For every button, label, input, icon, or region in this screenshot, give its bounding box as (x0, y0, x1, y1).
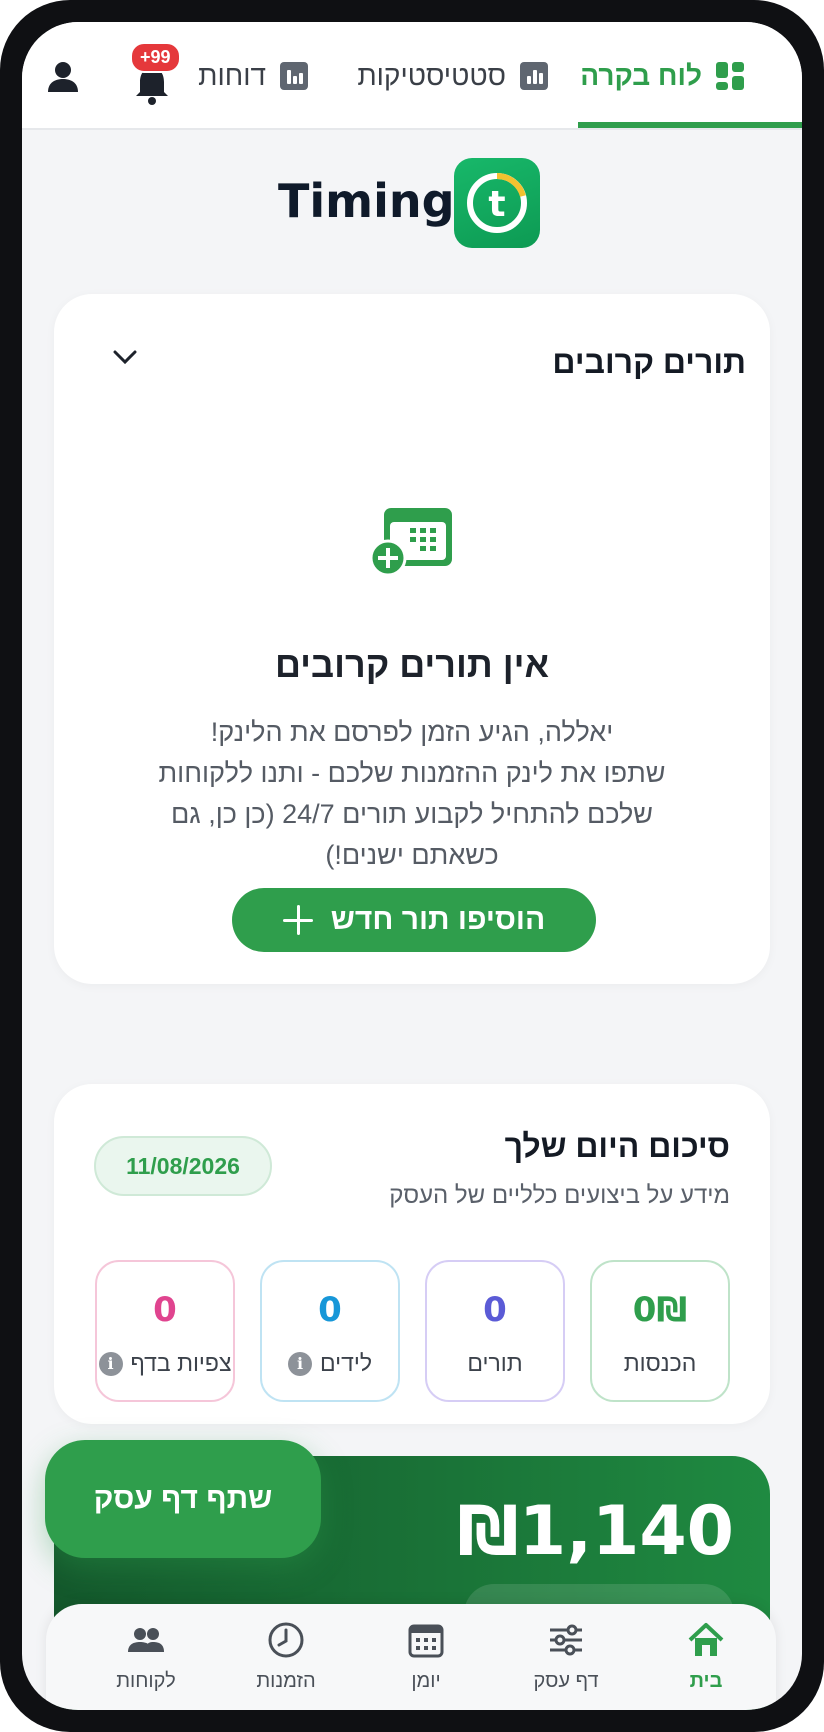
add-appointment-button[interactable]: הוסיפו תור חדש (232, 888, 596, 952)
summary-title: סיכום היום שלך (504, 1128, 730, 1164)
stat-revenue[interactable]: 0₪ הכנסות (590, 1260, 730, 1402)
upcoming-title: תורים קרובים (552, 344, 746, 380)
nav-orders[interactable]: הזמנות (216, 1620, 356, 1710)
tab-dashboard[interactable]: לוח בקרה (580, 22, 744, 130)
revenue-amount: ₪1,140 (457, 1492, 734, 1571)
stat-revenue-label: הכנסות (623, 1350, 697, 1376)
empty-state-line: שלכם להתחיל לקבוע תורים 24/7 (כן כן, גם (171, 799, 653, 829)
plus-icon (282, 905, 313, 935)
sliders-icon (550, 1624, 582, 1656)
empty-state-line: יאללה, הגיע הזמן לפרסם את הלינק! (210, 717, 614, 747)
home-icon (688, 1623, 724, 1656)
date-badge[interactable]: 11/08/2026 (94, 1136, 272, 1196)
chevron-down-icon[interactable] (110, 346, 140, 368)
summary-subtitle: מידע על ביצועים כלליים של העסק (389, 1182, 730, 1209)
info-icon[interactable]: i (287, 1351, 312, 1376)
upcoming-appointments-card: תורים קרובים אין תורים קרובים יאללה, הגי… (54, 294, 770, 984)
daily-summary-card: סיכום היום שלך מידע על ביצועים כלליים של… (54, 1084, 770, 1424)
nav-calendar-label: יומן (411, 1670, 441, 1692)
nav-customers-label: לקוחות (116, 1670, 176, 1692)
empty-state-title: אין תורים קרובים (274, 644, 550, 685)
stat-page-views[interactable]: 0 צפיות בדף i (95, 1260, 235, 1402)
nav-customers[interactable]: לקוחות (76, 1620, 216, 1710)
brand-header: Timing t (22, 150, 802, 250)
nav-calendar[interactable]: יומן (356, 1620, 496, 1710)
stat-revenue-value: 0₪ (632, 1290, 688, 1330)
share-business-page-button[interactable]: שתף דף עסק (45, 1440, 321, 1558)
tab-statistics[interactable]: סטטיסטיקות (357, 22, 548, 130)
logo-letter: t (488, 184, 505, 225)
tab-dashboard-label: לוח בקרה (580, 60, 702, 91)
stat-appointments[interactable]: 0 תורים (425, 1260, 565, 1402)
user-icon[interactable] (46, 60, 80, 94)
nav-home-label: בית (689, 1670, 723, 1692)
notification-badge: +99 (130, 42, 181, 73)
nav-business-page-label: דף עסק (533, 1670, 599, 1692)
calendar-add-icon (370, 508, 452, 576)
tab-statistics-label: סטטיסטיקות (357, 60, 506, 91)
empty-state-line: כשאתם ישנים!) (325, 840, 499, 870)
logo-mark-icon: t (467, 173, 527, 233)
empty-state-line: שתפו את לינק ההזמנות שלכם - ותנו ללקוחות (158, 758, 666, 788)
active-tab-indicator (578, 122, 802, 128)
users-icon (128, 1628, 164, 1652)
stat-appointments-label: תורים (467, 1350, 523, 1376)
nav-home[interactable]: בית (636, 1620, 776, 1710)
device-frame: לוח בקרה סטטיסטיקות דוחות +99 Timing t ת… (0, 0, 824, 1732)
bar-chart-icon (520, 62, 548, 90)
nav-orders-label: הזמנות (256, 1670, 316, 1692)
calendar-icon (408, 1624, 444, 1658)
empty-state-text: יאללה, הגיע הזמן לפרסם את הלינק! שתפו את… (114, 712, 710, 876)
tab-reports-label: דוחות (198, 60, 266, 91)
stat-leads-label: לידים (319, 1350, 373, 1376)
bar-chart-icon (280, 62, 308, 90)
stat-page-views-label: צפיות בדף (130, 1350, 232, 1376)
brand-name: Timing (278, 174, 455, 228)
stat-page-views-value: 0 (153, 1290, 177, 1330)
stat-leads[interactable]: 0 לידים i (260, 1260, 400, 1402)
stat-leads-value: 0 (318, 1290, 342, 1330)
timing-logo: t (454, 158, 540, 248)
add-appointment-label: הוסיפו תור חדש (330, 903, 546, 936)
nav-business-page[interactable]: דף עסק (496, 1620, 636, 1710)
clock-icon (268, 1622, 304, 1658)
info-icon[interactable]: i (98, 1351, 123, 1376)
bottom-navigation: בית דף עסק יומן הזמנות לקוחות (46, 1604, 776, 1710)
top-navigation: לוח בקרה סטטיסטיקות דוחות +99 (22, 22, 802, 130)
dashboard-grid-icon (716, 62, 744, 90)
app-screen: לוח בקרה סטטיסטיקות דוחות +99 Timing t ת… (22, 22, 802, 1710)
tab-reports[interactable]: דוחות (198, 22, 308, 130)
stat-appointments-value: 0 (483, 1290, 507, 1330)
